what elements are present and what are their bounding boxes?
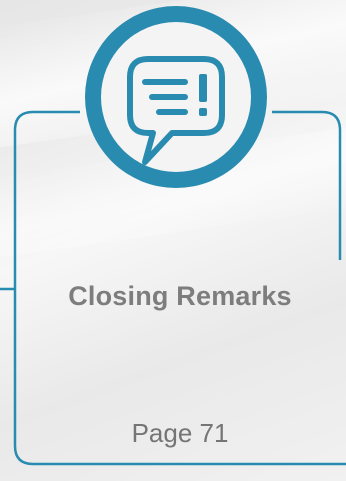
speech-bubble-exclamation-icon xyxy=(85,6,267,188)
section-card-frame xyxy=(0,6,346,466)
card-border-right xyxy=(272,110,342,260)
page-number-label[interactable]: Page 71 xyxy=(14,418,346,449)
section-title: Closing Remarks xyxy=(68,281,292,311)
